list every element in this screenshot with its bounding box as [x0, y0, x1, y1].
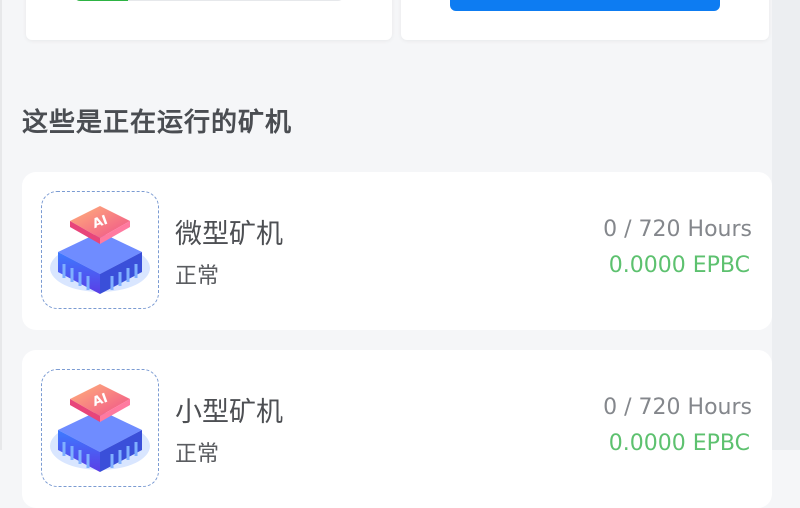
miner-hours: 0 / 720 Hours — [603, 395, 752, 420]
progress-card — [26, 0, 392, 40]
ai-chip-icon: AI — [41, 369, 159, 487]
progress-fill — [74, 0, 128, 1]
progress-bar — [74, 0, 344, 1]
miner-status: 正常 — [175, 442, 220, 467]
miner-status: 正常 — [175, 264, 220, 289]
right-scroll-edge — [772, 0, 800, 450]
miner-reward: 0.0000 EPBC — [608, 253, 750, 278]
miner-name: 小型矿机 — [175, 397, 283, 428]
miner-card[interactable]: AI 小型矿机 正常 0 / 720 Hours 0.0000 EPBC — [22, 350, 772, 508]
miner-name: 微型矿机 — [175, 219, 283, 250]
miner-reward: 0.0000 EPBC — [608, 431, 750, 456]
action-button[interactable] — [450, 0, 720, 11]
action-card — [401, 0, 769, 40]
miner-card[interactable]: AI 微型矿机 正常 0 / 720 Hours 0.0000 EPBC — [22, 172, 772, 330]
section-title: 这些是正在运行的矿机 — [22, 108, 293, 138]
miner-hours: 0 / 720 Hours — [603, 217, 752, 242]
ai-chip-icon: AI — [41, 191, 159, 309]
left-edge — [0, 0, 2, 450]
